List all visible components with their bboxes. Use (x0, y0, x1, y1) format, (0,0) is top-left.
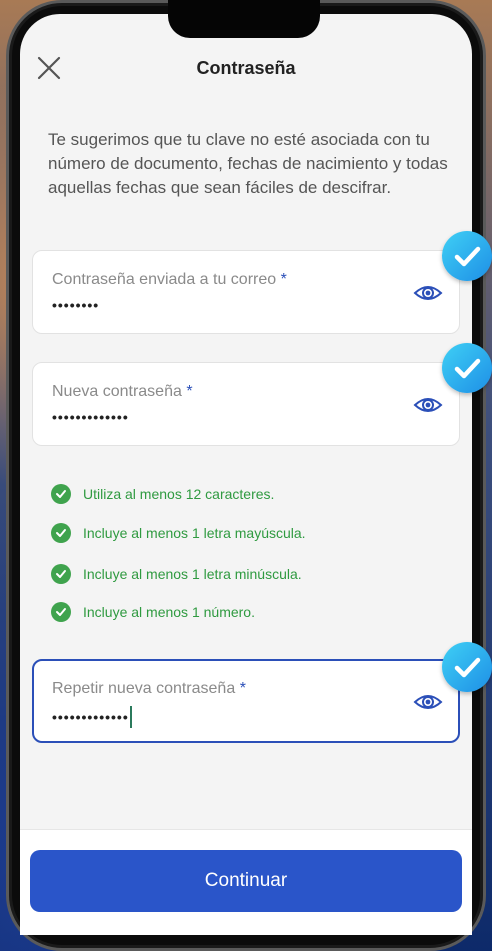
rule-text: Incluye al menos 1 letra minúscula. (83, 566, 302, 582)
page-title: Contraseña (196, 58, 296, 78)
sent-password-field[interactable]: Contraseña enviada a tu correo * •••••••… (32, 250, 460, 334)
check-icon (454, 246, 481, 267)
repeat-password-field[interactable]: Repetir nueva contraseña * ••••••••••••• (32, 659, 460, 743)
field-label: Nueva contraseña * (52, 383, 193, 400)
password-rule: Incluye al menos 1 letra mayúscula. (51, 522, 306, 544)
eye-icon (413, 286, 443, 300)
check-circle-icon (51, 484, 71, 504)
field-label: Repetir nueva contraseña * (52, 680, 246, 697)
eye-icon (413, 398, 443, 412)
phone-notch (168, 0, 320, 38)
eye-icon (413, 695, 443, 709)
check-circle-icon (51, 602, 71, 622)
new-password-field[interactable]: Nueva contraseña * ••••••••••••• (32, 362, 460, 446)
rule-text: Incluye al menos 1 número. (83, 604, 255, 620)
field-value: ••••••••••••• (52, 409, 129, 425)
password-rule: Incluye al menos 1 letra minúscula. (51, 563, 302, 585)
check-icon (454, 358, 481, 379)
text-cursor (129, 706, 132, 728)
field-label: Contraseña enviada a tu correo * (52, 271, 287, 288)
check-icon (454, 657, 481, 678)
continue-button[interactable]: Continuar (30, 850, 462, 912)
footer-divider (20, 829, 472, 830)
password-rule: Utiliza al menos 12 caracteres. (51, 483, 274, 505)
rule-text: Incluye al menos 1 letra mayúscula. (83, 525, 306, 541)
check-circle-icon (51, 523, 71, 543)
toggle-visibility-button[interactable] (413, 692, 443, 712)
validated-badge (442, 343, 492, 393)
toggle-visibility-button[interactable] (413, 283, 443, 303)
password-rule: Incluye al menos 1 número. (51, 601, 255, 623)
toggle-visibility-button[interactable] (413, 395, 443, 415)
validated-badge (442, 642, 492, 692)
check-circle-icon (51, 564, 71, 584)
validated-badge (442, 231, 492, 281)
rule-text: Utiliza al menos 12 caracteres. (83, 486, 275, 502)
password-hint: Te sugerimos que tu clave no esté asocia… (48, 130, 448, 197)
field-value: •••••••• (52, 297, 100, 313)
field-value: ••••••••••••• (52, 706, 132, 728)
